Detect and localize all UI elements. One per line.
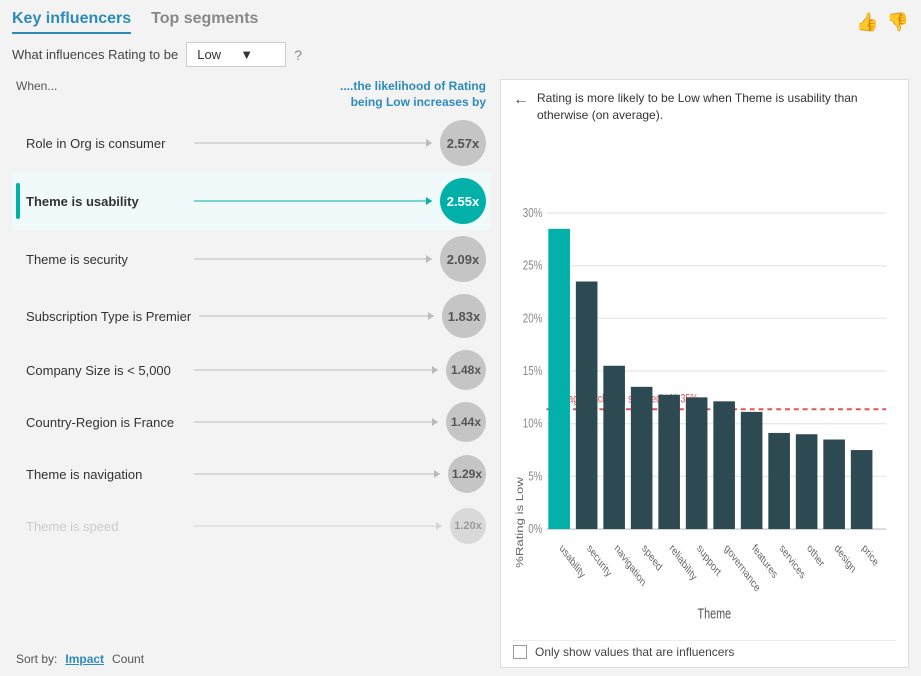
bar-design[interactable]: [823, 439, 845, 529]
influencers-only-checkbox[interactable]: [513, 645, 527, 659]
thumbs-down-icon[interactable]: 👎: [887, 12, 909, 33]
bar-container: [194, 524, 442, 528]
x-label-design: design: [832, 542, 857, 576]
item-label: Country-Region is France: [26, 415, 186, 430]
bubble: 1.29x: [448, 455, 486, 493]
influencer-list: Role in Org is consumer 2.57x Theme is u…: [12, 114, 490, 642]
content-area: When... ....the likelihood of Rating bei…: [12, 79, 909, 668]
bar-usability[interactable]: [548, 228, 570, 528]
item-label: Role in Org is consumer: [26, 136, 186, 151]
detail-title: Rating is more likely to be Low when The…: [537, 90, 896, 124]
influencer-item[interactable]: Subscription Type is Premier 1.83x: [12, 288, 490, 344]
bubble-selected: 2.55x: [440, 178, 486, 224]
bubble: 1.44x: [446, 402, 486, 442]
y-tick-label: 5%: [528, 469, 542, 484]
influencer-item[interactable]: Theme is security 2.09x: [12, 230, 490, 288]
y-tick-label: 10%: [523, 416, 543, 431]
x-label-usability: usability: [557, 542, 587, 582]
bar-container: [194, 141, 432, 145]
item-label: Company Size is < 5,000: [26, 363, 186, 378]
y-tick-label: 25%: [523, 258, 543, 273]
left-panel: When... ....the likelihood of Rating bei…: [12, 79, 490, 668]
sort-count[interactable]: Count: [112, 650, 144, 668]
when-column-header: When...: [16, 79, 57, 110]
x-label-other: other: [805, 542, 826, 570]
back-arrow-icon[interactable]: ←: [513, 91, 529, 109]
influencer-item[interactable]: Theme is speed 1.20x: [12, 500, 490, 552]
bar-container: [194, 199, 432, 203]
checkbox-label: Only show values that are influencers: [535, 645, 734, 659]
bubble: 2.57x: [440, 120, 486, 166]
bar-container: [194, 420, 438, 424]
sort-by-label: Sort by:: [16, 652, 57, 666]
x-axis-title: Theme: [698, 605, 732, 622]
y-tick-label: 20%: [523, 311, 543, 326]
item-label: Theme is security: [26, 252, 186, 267]
x-label-services: services: [777, 542, 806, 582]
item-label: Theme is usability: [26, 194, 186, 209]
tab-top-segments[interactable]: Top segments: [151, 10, 258, 34]
x-label-security: security: [585, 542, 614, 580]
chevron-down-icon: ▼: [240, 47, 275, 62]
bar-container: [194, 472, 440, 476]
header-icons: 👍 👎: [856, 12, 909, 33]
bar-container: [199, 314, 434, 318]
likelihood-column-header: ....the likelihood of Rating being Low i…: [340, 79, 486, 110]
influencer-item[interactable]: Role in Org is consumer 2.57x: [12, 114, 490, 172]
y-tick-label: 0%: [528, 521, 542, 536]
influencer-item[interactable]: Company Size is < 5,000 1.48x: [12, 344, 490, 396]
filter-prefix-label: What influences Rating to be: [12, 47, 178, 62]
bar-features[interactable]: [741, 411, 763, 528]
tab-bar: Key influencers Top segments: [12, 10, 258, 34]
x-label-price: price: [860, 542, 880, 569]
bubble: 2.09x: [440, 236, 486, 282]
sort-impact[interactable]: Impact: [65, 650, 104, 668]
x-label-support: support: [695, 542, 722, 579]
item-label: Theme is speed: [26, 519, 186, 534]
selected-indicator: [16, 183, 20, 219]
bar-other[interactable]: [796, 434, 818, 529]
bar-security[interactable]: [576, 281, 598, 529]
help-icon[interactable]: ?: [294, 47, 302, 63]
y-tick-label: 30%: [523, 205, 543, 220]
checkbox-row: Only show values that are influencers: [513, 640, 896, 659]
bubble: 1.83x: [442, 294, 486, 338]
filter-row: What influences Rating to be Low ▼ ?: [12, 42, 909, 67]
bar-reliability[interactable]: [658, 394, 680, 528]
bar-navigation[interactable]: [603, 365, 625, 528]
bar-services[interactable]: [768, 433, 790, 529]
x-label-reliability: reliability: [667, 542, 698, 584]
bar-speed[interactable]: [631, 386, 653, 528]
filter-dropdown[interactable]: Low ▼: [186, 42, 286, 67]
bar-governance[interactable]: [713, 401, 735, 529]
influencer-item[interactable]: Country-Region is France 1.44x: [12, 396, 490, 448]
bubble: 1.48x: [446, 350, 486, 390]
bubble: 1.20x: [450, 508, 486, 544]
y-axis-label: %Rating is Low: [514, 476, 525, 567]
bar-container: [194, 257, 432, 261]
bar-container: [194, 368, 438, 372]
sort-row: Sort by: Impact Count: [12, 646, 490, 668]
filter-value: Low: [197, 47, 232, 62]
y-tick-label: 15%: [523, 363, 543, 378]
x-label-speed: speed: [640, 542, 664, 574]
thumbs-up-icon[interactable]: 👍: [856, 12, 878, 33]
item-label: Subscription Type is Premier: [26, 309, 191, 324]
influencer-item-selected[interactable]: Theme is usability 2.55x: [12, 172, 490, 230]
detail-header: ← Rating is more likely to be Low when T…: [513, 90, 896, 124]
tab-key-influencers[interactable]: Key influencers: [12, 10, 131, 34]
item-label: Theme is navigation: [26, 467, 186, 482]
bar-support[interactable]: [686, 397, 708, 529]
chart-area: %Rating is Low 30% 25% 20% 15%: [513, 134, 896, 634]
column-headers: When... ....the likelihood of Rating bei…: [12, 79, 490, 110]
right-panel: ← Rating is more likely to be Low when T…: [500, 79, 909, 668]
bar-price[interactable]: [851, 450, 873, 529]
influencer-item[interactable]: Theme is navigation 1.29x: [12, 448, 490, 500]
